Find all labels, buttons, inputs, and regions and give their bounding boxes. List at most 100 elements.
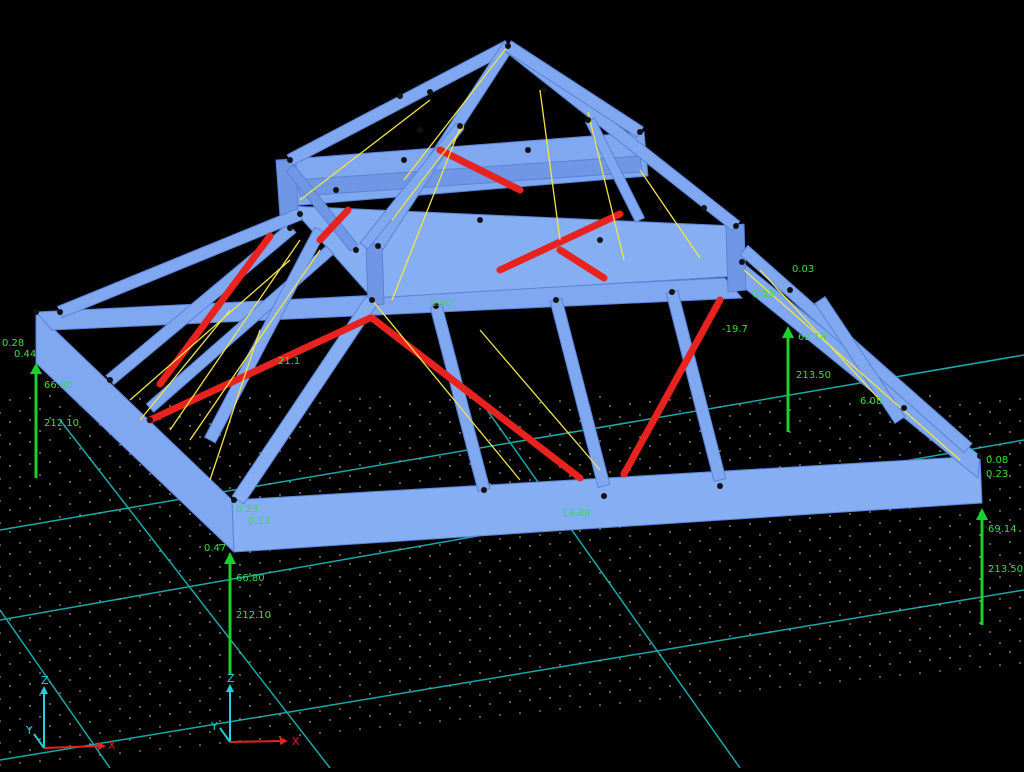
grid-dot	[9, 487, 11, 489]
grid-dot	[309, 435, 311, 437]
structure-node[interactable]	[901, 405, 907, 411]
grid-dot	[89, 589, 91, 591]
structure-node[interactable]	[657, 205, 663, 211]
structure-node[interactable]	[733, 223, 739, 229]
grid-dot	[1019, 464, 1021, 466]
structure-node[interactable]	[701, 205, 707, 211]
grid-dot	[939, 626, 941, 628]
structure-node[interactable]	[287, 225, 293, 231]
structure-node[interactable]	[427, 89, 433, 95]
structure-node[interactable]	[585, 117, 591, 123]
grid-dot	[659, 566, 661, 568]
structure-node[interactable]	[525, 147, 531, 153]
grid-dot	[29, 419, 31, 421]
grid-dot	[179, 548, 181, 550]
structure-node[interactable]	[231, 497, 237, 503]
grid-dot	[639, 678, 641, 680]
grid-dot	[239, 630, 241, 632]
structure-node[interactable]	[477, 217, 483, 223]
structure-node[interactable]	[287, 157, 293, 163]
grid-dot	[449, 553, 451, 555]
grid-dot	[249, 419, 251, 421]
grid-dot	[739, 668, 741, 670]
structure-node[interactable]	[147, 417, 153, 423]
grid-dot	[129, 651, 131, 653]
structure-node[interactable]	[401, 157, 407, 163]
grid-dot	[799, 640, 801, 642]
grid-dot	[469, 639, 471, 641]
grid-dot	[999, 620, 1001, 622]
grid-dot	[969, 633, 971, 635]
structure-node[interactable]	[397, 93, 403, 99]
grid-dot	[259, 650, 261, 652]
structure-node[interactable]	[637, 129, 643, 135]
grid-dot	[1019, 508, 1021, 510]
grid-dot	[899, 542, 901, 544]
grid-dot	[429, 687, 431, 689]
grid-dot	[329, 477, 331, 479]
grid-dot	[689, 397, 691, 399]
3d-model-viewport[interactable]: 0.28 0.44 66.80 212.10 0.23 0.23 0.47 66…	[0, 0, 1024, 769]
structure-node[interactable]	[717, 483, 723, 489]
grid-dot	[939, 560, 941, 562]
grid-dot	[319, 402, 321, 404]
structure-node[interactable]	[787, 287, 793, 293]
structure-node[interactable]	[481, 487, 487, 493]
structure-node[interactable]	[601, 493, 607, 499]
structure-node[interactable]	[669, 289, 675, 295]
structure-node[interactable]	[369, 297, 375, 303]
grid-dot	[1019, 640, 1021, 642]
grid-dot	[579, 596, 581, 598]
grid-dot	[869, 423, 871, 425]
grid-dot	[459, 586, 461, 588]
grid-dot	[839, 614, 841, 616]
grid-dot	[739, 690, 741, 692]
structure-node[interactable]	[353, 247, 359, 253]
structure-node[interactable]	[33, 309, 39, 315]
structure-node[interactable]	[417, 127, 423, 133]
grid-dot	[59, 604, 61, 606]
grid-dot	[899, 432, 901, 434]
structure-node[interactable]	[597, 237, 603, 243]
grid-dot	[859, 612, 861, 614]
structure-node[interactable]	[375, 243, 381, 249]
structure-node[interactable]	[57, 309, 63, 315]
structure-node[interactable]	[457, 123, 463, 129]
grid-dot	[319, 666, 321, 668]
structure-node[interactable]	[977, 453, 983, 459]
grid-dot	[869, 643, 871, 645]
grid-dot	[349, 651, 351, 653]
grid-dot	[309, 611, 311, 613]
grid-dot	[689, 529, 691, 531]
grid-dot	[699, 628, 701, 630]
grid-dot	[359, 684, 361, 686]
structure-node[interactable]	[541, 87, 547, 93]
structure-node[interactable]	[297, 211, 303, 217]
grid-dot	[529, 611, 531, 613]
grid-dot	[9, 443, 11, 445]
grid-dot	[39, 408, 41, 410]
grid-dot	[79, 624, 81, 626]
grid-dot	[1019, 552, 1021, 554]
grid-dot	[499, 406, 501, 408]
grid-dot	[629, 535, 631, 537]
platform-post-front[interactable]	[365, 243, 385, 307]
grid-dot	[899, 564, 901, 566]
grid-dot	[209, 643, 211, 645]
structure-canvas[interactable]: 0.28 0.44 66.80 212.10 0.23 0.23 0.47 66…	[0, 0, 1024, 769]
structure-node[interactable]	[739, 259, 745, 265]
grid-dot	[439, 698, 441, 700]
grid-dot	[609, 537, 611, 539]
grid-dot	[659, 654, 661, 656]
grid-dot	[39, 650, 41, 652]
structure-node[interactable]	[107, 377, 113, 383]
grid-dot	[159, 748, 161, 750]
structure-node[interactable]	[333, 187, 339, 193]
grid-dot	[379, 550, 381, 552]
grid-dot	[49, 571, 51, 573]
grid-dot	[579, 640, 581, 642]
platform-post-right[interactable]	[725, 223, 747, 293]
structure-node[interactable]	[553, 297, 559, 303]
grid-dot	[39, 562, 41, 564]
structure-node[interactable]	[505, 43, 511, 49]
